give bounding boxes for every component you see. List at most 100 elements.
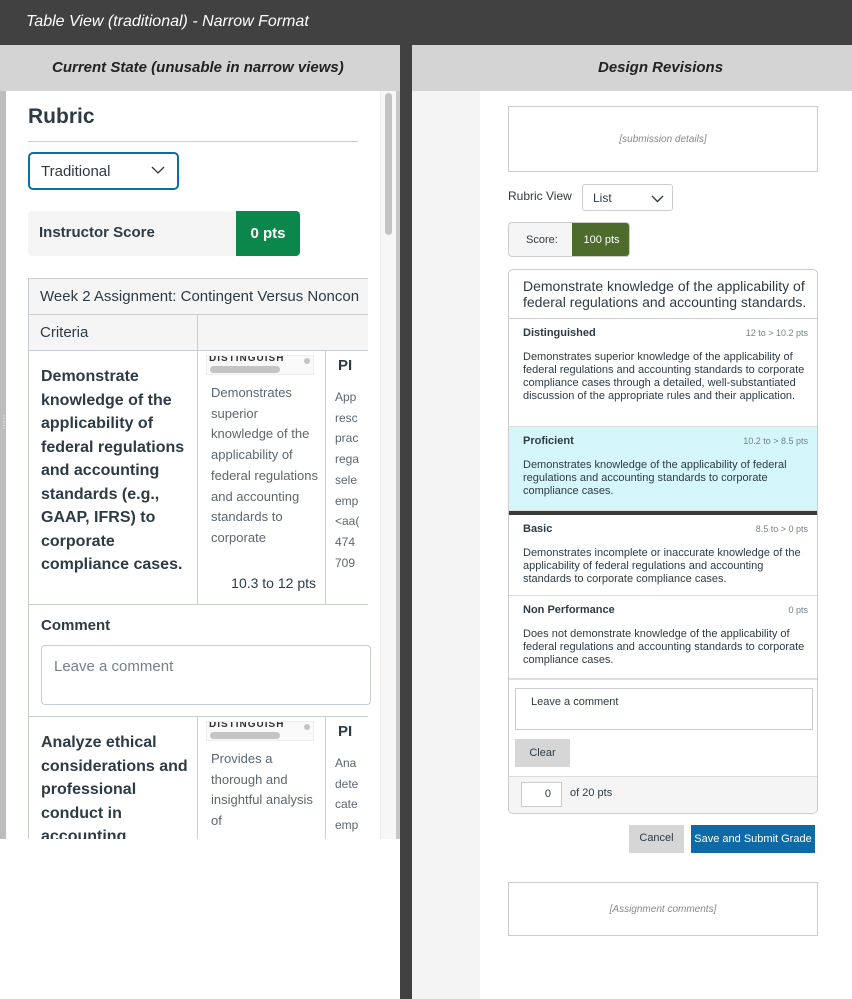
rating-name: Proficient [523, 435, 574, 447]
rating-cell[interactable]: DISTINGUISH Demonstrates superior knowle… [197, 351, 325, 604]
divider [28, 141, 358, 142]
title-bar: Table View (traditional) - Narrow Format [0, 0, 852, 45]
scroll-indicator [304, 358, 310, 364]
rating-cell[interactable]: PI App resc prac rega sele emp <aa( 474 … [325, 351, 375, 604]
rating-option-proficient[interactable]: Proficient 10.2 to > 8.5 pts Demonstrate… [509, 427, 817, 511]
score-value: 100 pts [572, 223, 629, 256]
comment-input[interactable]: Leave a comment [41, 645, 371, 705]
rating-description: Demonstrates knowledge of the applicabil… [523, 459, 787, 497]
rating-range: 8.5 to > 0 pts [755, 524, 808, 534]
submission-details: [submission details] [508, 106, 818, 172]
points-input[interactable]: 0 [521, 782, 562, 807]
table-caption-text: Week 2 Assignment: Contingent Versus Non… [40, 288, 360, 305]
window-title: Table View (traditional) - Narrow Format [26, 13, 309, 30]
design-revisions-panel: Design Revisions [submission details] Ru… [412, 45, 852, 999]
rating-option-non-performance[interactable]: Non Performance 0 pts Does not demonstra… [509, 596, 817, 680]
rating-range: 10.2 to > 8.5 pts [743, 436, 808, 446]
rating-description: App resc prac rega sele emp <aa( 474 709 [335, 387, 375, 573]
drag-handle-icon[interactable]: ⋮ ⋮ [0, 415, 8, 437]
current-state-label: Current State (unusable in narrow views) [52, 59, 344, 76]
instructor-score-label: Instructor Score [39, 224, 155, 241]
criterion-title: Demonstrate knowledge of the applicabili… [523, 278, 807, 310]
desc-line: sele [335, 472, 358, 487]
rubric-view-select[interactable]: List [582, 184, 673, 211]
table-header: Criteria [28, 315, 368, 351]
scrollbar-thumb[interactable] [385, 93, 392, 235]
points-total: of 20 pts [570, 787, 613, 799]
rating-name: Basic [523, 523, 553, 535]
points-footer: 0 of 20 pts [509, 776, 817, 813]
criterion-text: Demonstrate knowledge of the applicabili… [41, 368, 185, 573]
rating-description: Demonstrates superior knowledge of the a… [523, 351, 805, 402]
comment-placeholder: Leave a comment [54, 658, 174, 675]
horizontal-scrollbar[interactable] [210, 732, 280, 739]
rating-points: 10.3 to 12 pts [231, 575, 316, 591]
rating-cell[interactable]: PI Ana dete cate emp [325, 717, 375, 839]
rating-option-distinguished[interactable]: Distinguished 12 to > 10.2 pts Demonstra… [509, 319, 817, 427]
vertical-scrollbar[interactable] [380, 91, 396, 839]
desc-line: App [335, 390, 357, 404]
table-row: Demonstrate knowledge of the applicabili… [28, 351, 368, 605]
rubric-view-select[interactable]: Traditional [28, 152, 179, 190]
rubric-view-label: Rubric View [508, 189, 572, 203]
desc-line: prac [335, 431, 359, 446]
rating-header-scroll[interactable]: DISTINGUISH [206, 721, 314, 741]
desc-line: <aa( [335, 514, 360, 529]
horizontal-scrollbar[interactable] [210, 366, 280, 373]
desc-line: Ana [335, 756, 357, 770]
clear-button[interactable]: Clear [515, 739, 570, 767]
blank-area [0, 839, 400, 999]
gutter [412, 91, 480, 999]
rubric-title: Rubric [28, 105, 95, 128]
rating-header-text: PI [338, 357, 353, 374]
design-revisions-label: Design Revisions [598, 59, 724, 76]
rating-name: Distinguished [523, 327, 596, 339]
design-revisions-header: Design Revisions [412, 45, 852, 91]
rubric-view-value: List [593, 191, 612, 205]
save-and-submit-button[interactable]: Save and Submit Grade [691, 825, 815, 853]
rating-option-basic[interactable]: Basic 8.5 to > 0 pts Demonstrates incomp… [509, 515, 817, 596]
desc-line: emp [335, 818, 359, 833]
score-label: Score: [526, 234, 558, 246]
desc-line: rega [335, 452, 360, 467]
desc-line: resc [335, 410, 358, 425]
rating-range: 12 to > 10.2 pts [745, 328, 808, 338]
assignment-comments: [Assignment comments] [508, 882, 818, 936]
comment-input[interactable]: Leave a comment [515, 688, 813, 730]
desc-line: emp [335, 493, 359, 508]
rating-name: Non Performance [523, 604, 615, 616]
rating-header-scroll[interactable]: DISTINGUISH [206, 355, 314, 375]
cancel-button[interactable]: Cancel [629, 825, 684, 853]
criteria-header: Criteria [40, 324, 89, 341]
rating-description: Demonstrates incomplete or inaccurate kn… [523, 547, 801, 585]
column-divider [197, 315, 198, 351]
rating-header-text: PI [338, 723, 353, 740]
current-state-header: Current State (unusable in narrow views) [0, 45, 400, 91]
rating-description: Ana dete cate emp [335, 753, 375, 836]
comment-label: Comment [41, 617, 111, 634]
rating-description: Does not demonstrate knowledge of the ap… [523, 628, 805, 666]
scroll-indicator [304, 724, 310, 730]
instructor-score-value: 0 pts [236, 211, 300, 256]
rubric-panel: Rubric Traditional Instructor Score 0 pt… [6, 91, 380, 839]
rubric-table: Week 2 Assignment: Contingent Versus Non… [28, 278, 371, 839]
criterion-card: Demonstrate knowledge of the applicabili… [508, 269, 818, 814]
desc-line: 474 [335, 534, 356, 549]
rating-header-text: DISTINGUISH [209, 721, 285, 730]
rating-description: Demonstrates superior knowledge of the a… [211, 385, 318, 545]
instructor-score: Instructor Score 0 pts [28, 211, 300, 256]
rating-header-text: DISTINGUISH [209, 355, 285, 364]
rubric-view-value: Traditional [41, 163, 111, 180]
desc-line: cate [335, 797, 358, 812]
desc-line: dete [335, 776, 359, 791]
current-state-panel: Current State (unusable in narrow views)… [0, 45, 400, 839]
panel-divider [400, 45, 412, 999]
table-caption: Week 2 Assignment: Contingent Versus Non… [28, 279, 368, 315]
chevron-down-icon [651, 195, 664, 203]
comment-placeholder: Leave a comment [531, 696, 619, 708]
rating-cell[interactable]: DISTINGUISH Provides a thorough and insi… [197, 717, 325, 839]
desc-line: 709 [335, 555, 356, 570]
comment-row: Comment Leave a comment [28, 605, 371, 717]
rating-description: Provides a thorough and insightful analy… [211, 751, 313, 829]
chevron-down-icon [151, 166, 165, 174]
